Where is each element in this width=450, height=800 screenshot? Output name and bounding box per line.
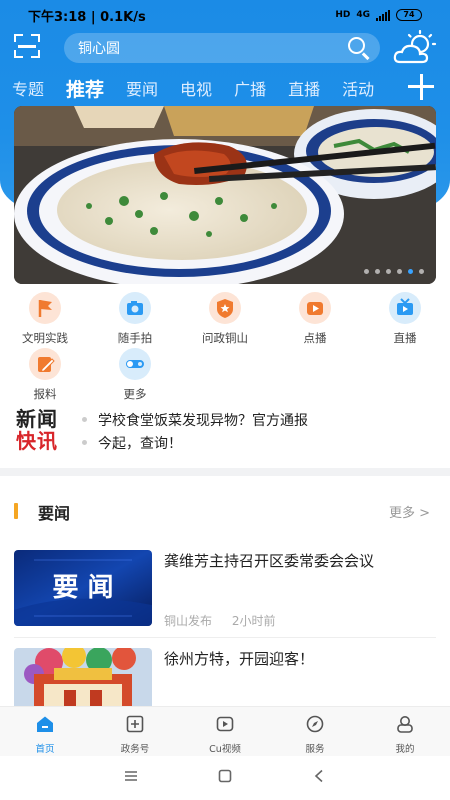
nav-label: 我的 bbox=[395, 744, 415, 755]
partly-cloudy-icon[interactable] bbox=[392, 30, 438, 66]
carousel-dot[interactable] bbox=[419, 269, 424, 274]
section-separator bbox=[0, 468, 450, 476]
battery-icon: 74 bbox=[396, 9, 422, 21]
quick-link-label: 随手拍 bbox=[117, 331, 153, 345]
camera-icon bbox=[119, 292, 151, 324]
news-flash: 新闻 快讯 学校食堂饭菜发现异物？官方通报 今起，查询！ bbox=[0, 402, 450, 462]
flag-icon bbox=[29, 292, 61, 324]
nav-service[interactable]: 服务 bbox=[270, 707, 360, 756]
section-accent-bar bbox=[14, 503, 18, 519]
news-source: 铜山发布 bbox=[164, 614, 213, 628]
quick-link-suishoupai[interactable]: 随手拍 bbox=[95, 292, 175, 346]
news-headline: 徐州方特，开园迎客！ bbox=[164, 650, 315, 668]
nav-home[interactable]: 首页 bbox=[0, 707, 90, 756]
user-icon bbox=[397, 716, 413, 733]
tab-tuijian[interactable]: 推荐 bbox=[66, 75, 104, 108]
shield-star-icon bbox=[209, 292, 241, 324]
news-headline: 龚维芳主持召开区委常委会会议 bbox=[164, 552, 375, 570]
play-icon bbox=[299, 292, 331, 324]
app-screen: 下午3:18 | 0.1K/s HD 4G 74 铜心圆 专题 推荐 要闻 电视… bbox=[0, 0, 450, 800]
more-link[interactable]: 更多 > bbox=[389, 502, 430, 521]
news-thumbnail bbox=[14, 648, 152, 706]
hd-indicator: HD bbox=[335, 10, 351, 20]
quick-link-label: 更多 bbox=[123, 387, 147, 401]
quick-link-zhibo[interactable]: 直播 bbox=[365, 292, 445, 346]
status-time: 下午3:18 | 0.1K/s bbox=[28, 9, 146, 25]
tab-yaowen[interactable]: 要闻 bbox=[126, 76, 158, 100]
quick-link-gengduo[interactable]: 更多 bbox=[95, 348, 175, 402]
news-time: 2小时前 bbox=[231, 614, 276, 628]
nav-mine[interactable]: 我的 bbox=[360, 707, 450, 756]
quick-link-baoliao[interactable]: 报料 bbox=[5, 348, 85, 402]
news-meta: 铜山发布 2小时前 bbox=[164, 612, 291, 629]
nav-label: 服务 bbox=[305, 744, 325, 755]
section-title: 要闻 bbox=[38, 504, 71, 523]
quick-link-label: 文明实践 bbox=[22, 331, 68, 345]
carousel-dot[interactable] bbox=[364, 269, 369, 274]
quick-link-wenzheng[interactable]: 问政铜山 bbox=[185, 292, 265, 346]
news-thumbnail-text: 要 闻 bbox=[52, 573, 114, 603]
carousel-dot[interactable] bbox=[375, 269, 380, 274]
tab-zhibo[interactable]: 直播 bbox=[288, 76, 320, 100]
edit-icon bbox=[29, 348, 61, 380]
menu-icon[interactable] bbox=[124, 770, 138, 782]
channel-tabs: 专题 推荐 要闻 电视 广播 直播 活动 bbox=[0, 68, 400, 108]
compass-icon bbox=[306, 715, 324, 733]
tab-guangbo[interactable]: 广播 bbox=[234, 76, 266, 100]
banner-carousel[interactable] bbox=[14, 106, 436, 284]
quick-link-label: 问政铜山 bbox=[202, 331, 248, 345]
system-nav-bar bbox=[0, 756, 450, 800]
quick-link-dianbo[interactable]: 点播 bbox=[275, 292, 355, 346]
nav-label: 首页 bbox=[35, 744, 55, 755]
section-header: 要闻 更多 > bbox=[0, 496, 450, 526]
quick-link-label: 点播 bbox=[303, 331, 327, 345]
carousel-dots bbox=[364, 269, 424, 274]
carousel-dot[interactable] bbox=[397, 269, 402, 274]
home-icon bbox=[37, 716, 53, 732]
network-indicator: 4G bbox=[356, 10, 370, 20]
nav-label: 政务号 bbox=[120, 744, 150, 755]
banner-image bbox=[14, 106, 436, 284]
news-flash-item[interactable]: 今起，查询！ bbox=[82, 433, 182, 453]
tab-huodong[interactable]: 活动 bbox=[342, 76, 374, 100]
news-divider bbox=[14, 637, 436, 638]
carousel-dot-active[interactable] bbox=[408, 269, 413, 274]
news-flash-logo-bottom: 快讯 bbox=[16, 429, 58, 453]
quick-link-wenming[interactable]: 文明实践 bbox=[5, 292, 85, 346]
bottom-nav: 首页 政务号 Cu视频 服务 我的 bbox=[0, 706, 450, 756]
nav-label: Cu视频 bbox=[209, 744, 241, 755]
search-value: 铜心圆 bbox=[78, 41, 120, 57]
status-bar: 下午3:18 | 0.1K/s HD 4G 74 bbox=[0, 0, 450, 30]
quick-link-label: 直播 bbox=[393, 331, 417, 345]
news-flash-logo-top: 新闻 bbox=[16, 407, 58, 431]
toggle-icon bbox=[119, 348, 151, 380]
tab-dianshi[interactable]: 电视 bbox=[180, 76, 212, 100]
news-item[interactable]: 徐州方特，开园迎客！ bbox=[0, 648, 450, 706]
home-button-icon[interactable] bbox=[218, 769, 232, 783]
search-icon[interactable] bbox=[348, 37, 370, 60]
carousel-dot[interactable] bbox=[386, 269, 391, 274]
nav-cu-video[interactable]: Cu视频 bbox=[180, 707, 270, 756]
scan-icon[interactable] bbox=[14, 34, 40, 58]
search-input[interactable]: 铜心圆 bbox=[64, 33, 380, 63]
back-icon[interactable] bbox=[313, 769, 325, 783]
news-item[interactable]: 要 闻 龚维芳主持召开区委常委会会议 铜山发布 2小时前 bbox=[0, 550, 450, 630]
news-flash-item[interactable]: 学校食堂饭菜发现异物？官方通报 bbox=[82, 410, 308, 430]
signal-icon bbox=[376, 9, 390, 21]
tv-icon bbox=[389, 292, 421, 324]
add-channel-icon[interactable] bbox=[408, 74, 434, 100]
tab-zhuanti[interactable]: 专题 bbox=[12, 76, 44, 100]
news-flash-logo: 新闻 快讯 bbox=[16, 408, 72, 452]
video-icon bbox=[216, 716, 234, 732]
plus-square-icon bbox=[126, 715, 144, 733]
nav-zhengwu[interactable]: 政务号 bbox=[90, 707, 180, 756]
news-thumbnail: 要 闻 bbox=[14, 550, 152, 626]
quick-link-label: 报料 bbox=[33, 387, 57, 401]
